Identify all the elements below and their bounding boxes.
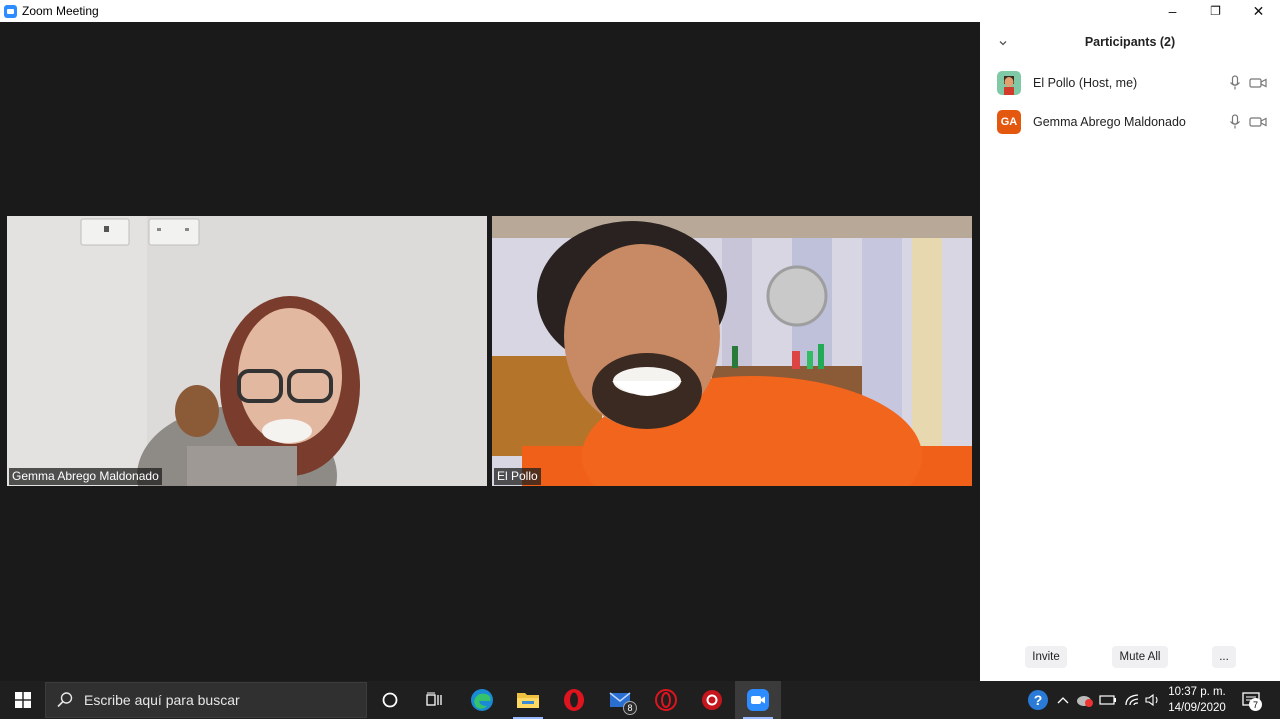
video-camera-icon[interactable]	[1249, 115, 1267, 129]
video-name-label: Gemma Abrego Maldonado	[9, 468, 162, 485]
battery-icon[interactable]	[1098, 681, 1118, 719]
meeting-video-area: Gemma Abrego Maldonado El Pollo	[0, 22, 980, 681]
cortana-icon[interactable]	[367, 681, 413, 719]
invite-button[interactable]: Invite	[1025, 646, 1067, 668]
video-feed-el-pollo	[492, 216, 972, 486]
taskbar-search-box[interactable]: Escribe aquí para buscar	[45, 682, 367, 718]
task-view-icon[interactable]	[412, 681, 458, 719]
svg-text:?: ?	[1034, 692, 1043, 708]
restore-button[interactable]: ❐	[1194, 0, 1237, 22]
window-controls: – ❐ ✕	[1151, 0, 1280, 22]
notification-center-icon[interactable]: 7	[1238, 681, 1264, 719]
windows-start-icon[interactable]	[0, 681, 45, 719]
wifi-icon[interactable]	[1122, 681, 1142, 719]
participant-row[interactable]: El Pollo (Host, me)	[980, 68, 1280, 98]
mic-icon[interactable]	[1228, 75, 1242, 91]
character-avatar-icon	[997, 71, 1021, 95]
red-app-icon[interactable]	[689, 681, 735, 719]
mail-icon[interactable]: 8	[597, 681, 643, 719]
more-options-button[interactable]: ...	[1212, 646, 1236, 668]
file-explorer-icon[interactable]	[505, 681, 551, 719]
opera-browser-icon[interactable]	[551, 681, 597, 719]
edge-browser-icon[interactable]	[459, 681, 505, 719]
clock-date: 14/09/2020	[1168, 702, 1226, 714]
video-name-label: El Pollo	[494, 468, 541, 485]
mic-icon[interactable]	[1228, 114, 1242, 130]
chevron-up-icon[interactable]	[1054, 681, 1072, 719]
video-tile-gemma[interactable]: Gemma Abrego Maldonado	[7, 216, 487, 486]
help-icon[interactable]: ?	[1026, 681, 1050, 719]
window-title-bar: Zoom Meeting – ❐ ✕	[0, 0, 1280, 22]
system-clock[interactable]: 10:37 p. m. 14/09/2020	[1162, 684, 1232, 716]
cloud-sync-icon[interactable]	[1075, 681, 1095, 719]
mail-badge: 8	[623, 701, 637, 715]
video-camera-icon[interactable]	[1249, 76, 1267, 90]
participants-panel: Participants (2) El Pollo (Host, me) GA …	[980, 22, 1280, 681]
participants-footer: Invite Mute All ...	[980, 646, 1280, 668]
search-placeholder: Escribe aquí para buscar	[84, 692, 240, 708]
clock-time: 10:37 p. m.	[1168, 686, 1226, 698]
opera-gx-icon[interactable]	[643, 681, 689, 719]
mute-all-button[interactable]: Mute All	[1112, 646, 1168, 668]
search-icon	[57, 692, 73, 708]
video-tile-el-pollo[interactable]: El Pollo	[492, 216, 972, 486]
participants-header: Participants (2)	[980, 34, 1280, 54]
participants-title: Participants (2)	[1084, 35, 1176, 49]
avatar-initials: GA	[997, 110, 1021, 134]
minimize-button[interactable]: –	[1151, 0, 1194, 22]
volume-icon[interactable]	[1143, 681, 1163, 719]
participant-row[interactable]: GA Gemma Abrego Maldonado	[980, 107, 1280, 137]
windows-taskbar: Escribe aquí para buscar 8 ? 10:37 p. m.…	[0, 681, 1280, 719]
participant-name: El Pollo (Host, me)	[1033, 76, 1138, 90]
notification-count: 7	[1249, 698, 1262, 711]
close-button[interactable]: ✕	[1237, 0, 1280, 22]
zoom-app-icon	[4, 4, 17, 18]
window-title: Zoom Meeting	[22, 4, 99, 18]
participant-name: Gemma Abrego Maldonado	[1033, 115, 1186, 129]
zoom-taskbar-icon[interactable]	[735, 681, 781, 719]
video-feed-gemma	[7, 216, 487, 486]
